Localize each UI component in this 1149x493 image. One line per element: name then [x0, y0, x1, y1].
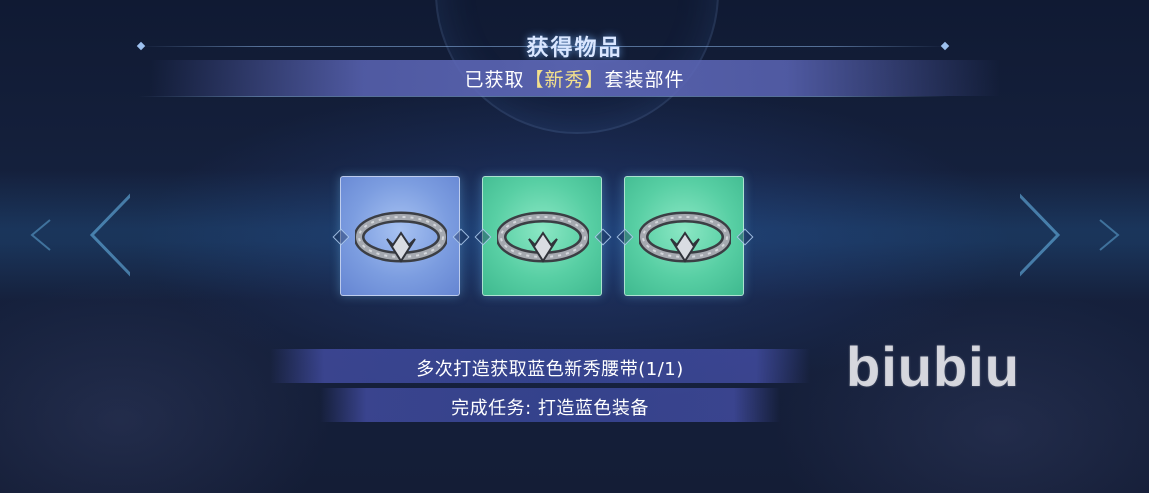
- left-arrow-icon[interactable]: [10, 170, 130, 300]
- subtitle-prefix: 已获取: [464, 69, 525, 91]
- subtitle: 已获取【新秀】套装部件: [0, 65, 1149, 92]
- reward-title: 获得物品: [526, 35, 623, 61]
- right-arrow-icon[interactable]: [1020, 170, 1140, 300]
- subtitle-suffix: 套装部件: [604, 69, 685, 91]
- belt-icon: [497, 211, 589, 263]
- belt-icon: [639, 211, 731, 263]
- item-slot-2[interactable]: [474, 176, 612, 296]
- item-slot-3[interactable]: [616, 176, 754, 296]
- set-name: 【新秀】: [524, 69, 605, 91]
- belt-icon: [355, 211, 447, 263]
- watermark-logo: biubiu: [846, 335, 1020, 398]
- header-line-bottom: [138, 96, 948, 97]
- item-slot-1[interactable]: [332, 176, 470, 296]
